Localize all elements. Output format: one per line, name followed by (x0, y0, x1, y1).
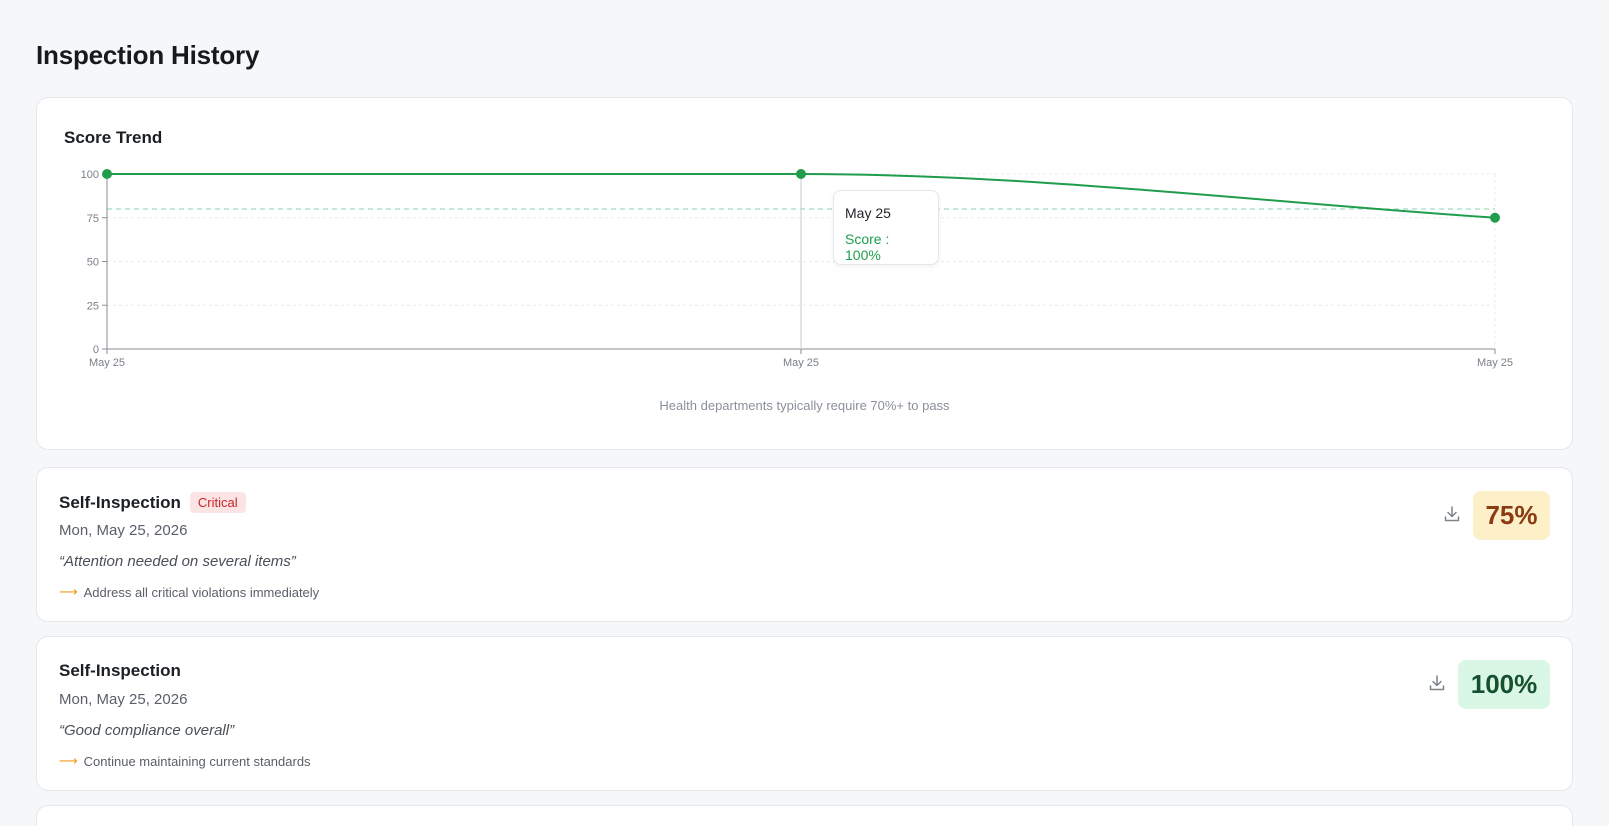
x-tick-label: May 25 (89, 357, 125, 369)
x-tick-label: May 25 (783, 357, 819, 369)
download-icon[interactable] (1427, 673, 1447, 693)
y-tick-label: 0 (93, 344, 99, 356)
y-tick-label: 25 (87, 300, 99, 312)
y-tick-label: 100 (81, 169, 99, 181)
inspection-summary: “Good compliance overall” (59, 722, 235, 739)
x-tick-label: May 25 (1477, 357, 1513, 369)
page-title: Inspection History (36, 40, 260, 70)
inspection-action: ⟶ Address all critical violations immedi… (59, 584, 319, 600)
data-point (796, 169, 806, 179)
inspection-summary: “Attention needed on several items” (59, 553, 296, 570)
score-badge: 75% (1473, 491, 1550, 540)
inspection-card-partial (36, 805, 1573, 826)
pass-threshold-note: Health departments typically require 70%… (659, 398, 950, 413)
score-trend-chart: 0 25 50 75 100 May 25 May 25 May 25 (81, 169, 1513, 369)
critical-badge: Critical (189, 492, 246, 513)
y-tick-label: 50 (87, 257, 99, 269)
arrow-right-icon: ⟶ (59, 753, 78, 768)
inspection-action-text: Continue maintaining current standards (83, 753, 311, 769)
inspection-action-text: Address all critical violations immediat… (83, 584, 320, 600)
inspection-header: Self-Inspection Critical (59, 492, 246, 513)
data-point (1490, 212, 1500, 223)
inspection-card[interactable]: Self-Inspection Mon, May 25, 2026 “Good … (36, 636, 1573, 791)
tooltip-score: Score : 100% (845, 231, 890, 263)
inspection-date: Mon, May 25, 2026 (59, 691, 188, 708)
data-point (102, 169, 112, 179)
y-tick-label: 75 (87, 213, 99, 225)
arrow-right-icon: ⟶ (59, 584, 78, 599)
download-icon[interactable] (1442, 504, 1462, 524)
chart-tooltip: May 25 Score : 100% (833, 190, 939, 265)
tooltip-date: May 25 (845, 205, 891, 221)
score-badge: 100% (1458, 660, 1550, 709)
inspection-type: Self-Inspection (59, 492, 181, 512)
score-trend-card: Score Trend 0 25 50 75 100 May 25 May 25 May 25… (36, 97, 1573, 450)
inspection-history-page: Inspection History (36, 38, 1573, 72)
inspection-date: Mon, May 25, 2026 (59, 522, 188, 539)
inspection-type: Self-Inspection (59, 661, 181, 680)
inspection-action: ⟶ Continue maintaining current standards (59, 753, 311, 769)
inspection-card[interactable]: Self-Inspection Critical Mon, May 25, 20… (36, 467, 1573, 622)
inspection-header: Self-Inspection (59, 661, 181, 681)
